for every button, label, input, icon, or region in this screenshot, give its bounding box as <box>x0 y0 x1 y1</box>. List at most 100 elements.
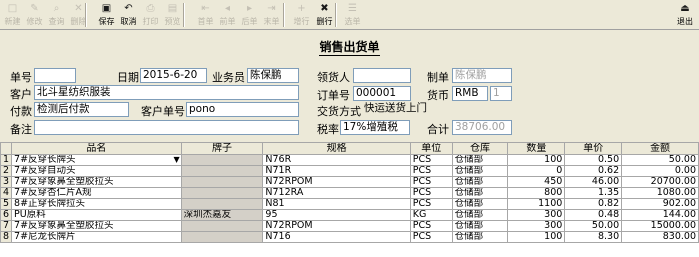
table-row[interactable]: 6 PU原料 深圳杰嘉友 95 KG 仓储部 300 0.48 144.00 <box>0 209 699 221</box>
table-cell[interactable] <box>180 154 264 166</box>
table-row[interactable]: 4 7#反穿杏仁片A规 N712RA PCS 仓储部 800 1.35 1080.00 <box>0 187 699 199</box>
table-cell[interactable]: PCS <box>409 187 453 199</box>
table-cell[interactable]: 7#尼龙长牌片 <box>11 231 182 243</box>
column-header[interactable]: 仓库 <box>451 142 509 155</box>
table-cell[interactable]: 0 <box>507 165 566 177</box>
table-row[interactable]: 5 8#正穿长牌拉头 N81 PCS 仓储部 1100 0.82 902.00 <box>0 198 699 210</box>
toolbar-button-query[interactable]: ⌕ 查询 <box>46 2 67 28</box>
table-cell[interactable]: PCS <box>409 198 453 210</box>
table-cell[interactable] <box>180 176 264 188</box>
doc-no-field[interactable] <box>34 68 76 83</box>
table-cell[interactable]: 仓储部 <box>451 209 509 221</box>
table-cell[interactable]: 7#反穿自动头 <box>11 165 182 177</box>
table-cell[interactable]: 8.30 <box>564 231 623 243</box>
table-cell[interactable]: KG <box>409 209 453 221</box>
table-cell[interactable]: 800 <box>507 187 566 199</box>
column-header[interactable]: 品名 <box>11 142 182 155</box>
table-cell[interactable]: 300 <box>507 209 566 221</box>
table-cell[interactable]: N71R <box>262 165 411 177</box>
dropdown-arrow-icon[interactable]: ▼ <box>173 156 179 165</box>
delivery-method-field[interactable]: 快运送货上门 <box>362 102 512 117</box>
table-cell[interactable]: N712RA <box>262 187 411 199</box>
currency-field[interactable]: RMB <box>452 86 488 101</box>
table-cell[interactable]: 7#反穿杏仁片A规 <box>11 187 182 199</box>
table-cell[interactable]: PU原料 <box>11 209 182 221</box>
table-cell[interactable]: 0.48 <box>564 209 623 221</box>
table-cell[interactable]: N72RPOM <box>262 176 411 188</box>
column-header[interactable]: 牌子 <box>180 142 264 155</box>
toolbar-button-new[interactable]: □ 新建 <box>2 2 23 28</box>
toolbar-button-last[interactable]: ⇥ 末单 <box>261 2 282 28</box>
toolbar-button-first[interactable]: ⇤ 首单 <box>195 2 216 28</box>
table-cell[interactable]: 仓储部 <box>451 231 509 243</box>
table-cell[interactable]: 仓储部 <box>451 198 509 210</box>
table-cell[interactable]: 0.50 <box>564 154 623 166</box>
toolbar-button-cancel[interactable]: ↶ 取消 <box>118 2 139 28</box>
table-cell[interactable]: 7#反穿象鼻全塑胶拉头 <box>11 176 182 188</box>
table-cell[interactable]: 1080.00 <box>621 187 699 199</box>
table-cell[interactable] <box>180 231 264 243</box>
table-cell[interactable]: 仓储部 <box>451 165 509 177</box>
table-cell[interactable]: PCS <box>409 220 453 232</box>
table-cell[interactable]: 46.00 <box>564 176 623 188</box>
table-cell[interactable]: PCS <box>409 165 453 177</box>
table-cell[interactable]: 830.00 <box>621 231 699 243</box>
toolbar-button-edit[interactable]: ✎ 修改 <box>24 2 45 28</box>
table-cell[interactable]: 1.35 <box>564 187 623 199</box>
table-row[interactable]: 1 7#反穿长牌头 ▼ N76R PCS 仓储部 100 0.50 50.00 <box>0 154 699 166</box>
table-cell[interactable] <box>180 198 264 210</box>
table-cell[interactable] <box>180 220 264 232</box>
date-field[interactable]: 2015-6-20 <box>140 68 207 83</box>
toolbar-button-select[interactable]: ☰ 选单 <box>342 2 363 28</box>
table-cell[interactable]: 902.00 <box>621 198 699 210</box>
table-cell[interactable]: 50.00 <box>621 154 699 166</box>
table-cell[interactable]: 300 <box>507 220 566 232</box>
table-cell[interactable]: 深圳杰嘉友 <box>180 209 264 221</box>
table-cell[interactable]: 100 <box>507 154 566 166</box>
order-no-field[interactable]: 000001 <box>353 86 411 101</box>
table-cell[interactable]: 100 <box>507 231 566 243</box>
toolbar-button-print[interactable]: ⎙ 打印 <box>140 2 161 28</box>
table-row[interactable]: 8 7#尼龙长牌片 N716 PCS 仓储部 100 8.30 830.00 <box>0 231 699 243</box>
receiver-field[interactable] <box>353 68 411 83</box>
payment-field[interactable]: 检测后付款 <box>34 102 129 117</box>
toolbar-button-save[interactable]: ▣ 保存 <box>96 2 117 28</box>
column-header[interactable]: 单价 <box>564 142 623 155</box>
table-cell[interactable]: PCS <box>409 154 453 166</box>
salesman-field[interactable]: 陈保鹏 <box>247 68 299 83</box>
table-cell[interactable]: 450 <box>507 176 566 188</box>
table-row[interactable]: 2 7#反穿自动头 N71R PCS 仓储部 0 0.62 0.00 <box>0 165 699 177</box>
table-row[interactable]: 7 7#反穿象鼻全塑胶拉头 N72RPOM PCS 仓储部 300 50.00 15000.0… <box>0 220 699 232</box>
table-cell[interactable]: N72RPOM <box>262 220 411 232</box>
table-cell[interactable]: 0.62 <box>564 165 623 177</box>
toolbar-button-preview[interactable]: ▤ 预览 <box>162 2 183 28</box>
column-header[interactable]: 数量 <box>507 142 566 155</box>
table-cell[interactable]: 仓储部 <box>451 187 509 199</box>
table-cell[interactable]: 1100 <box>507 198 566 210</box>
table-cell[interactable]: 仓储部 <box>451 220 509 232</box>
table-cell[interactable]: 50.00 <box>564 220 623 232</box>
toolbar-button-next[interactable]: ▸ 后单 <box>239 2 260 28</box>
table-cell[interactable]: 7#反穿长牌头 ▼ <box>11 154 182 166</box>
table-cell[interactable]: 144.00 <box>621 209 699 221</box>
table-cell[interactable] <box>180 165 264 177</box>
customer-order-no-field[interactable]: pono <box>186 102 299 117</box>
table-cell[interactable] <box>180 187 264 199</box>
table-cell[interactable]: 95 <box>262 209 411 221</box>
table-cell[interactable]: 8#正穿长牌拉头 <box>11 198 182 210</box>
table-cell[interactable]: 20700.00 <box>621 176 699 188</box>
table-cell[interactable]: 0.82 <box>564 198 623 210</box>
table-cell[interactable]: PCS <box>409 176 453 188</box>
table-cell[interactable]: 7#反穿象鼻全塑胶拉头 <box>11 220 182 232</box>
toolbar-button-add-row[interactable]: + 增行 <box>291 2 312 28</box>
toolbar-button-delete-row[interactable]: ✖ 删行 <box>314 2 335 28</box>
table-row[interactable]: 3 7#反穿象鼻全塑胶拉头 N72RPOM PCS 仓储部 450 46.00 20700.0… <box>0 176 699 188</box>
remark-field[interactable] <box>34 120 299 135</box>
column-header[interactable] <box>0 142 13 155</box>
column-header[interactable]: 金额 <box>621 142 699 155</box>
exit-button[interactable]: ⏏ 退出 <box>672 2 698 28</box>
column-header[interactable]: 规格 <box>262 142 411 155</box>
toolbar-button-prev[interactable]: ◂ 前单 <box>217 2 238 28</box>
table-cell[interactable]: 仓储部 <box>451 154 509 166</box>
column-header[interactable]: 单位 <box>409 142 453 155</box>
